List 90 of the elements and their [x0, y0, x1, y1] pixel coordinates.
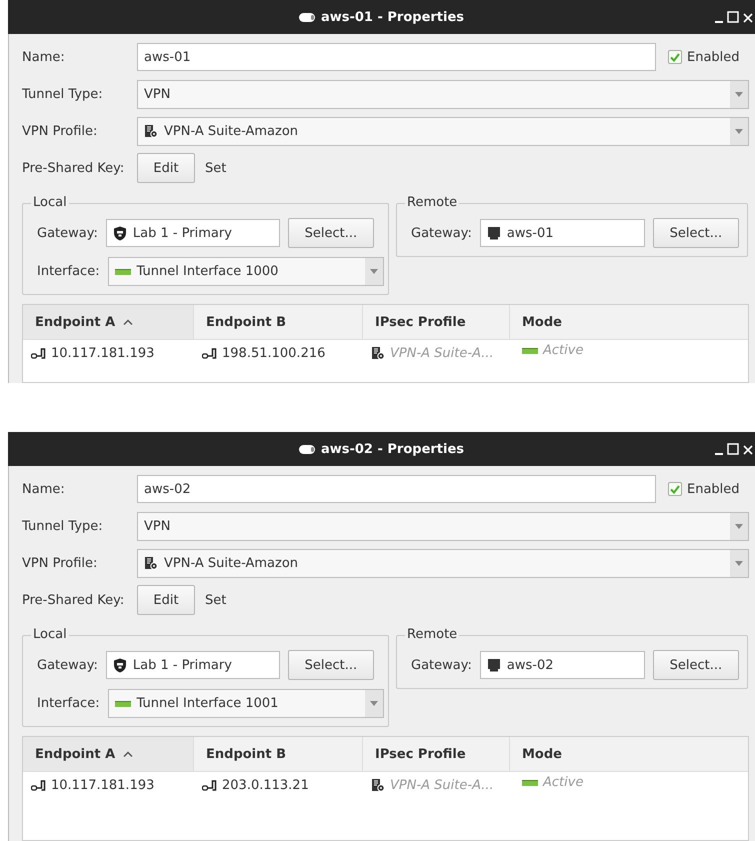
close-icon [743, 13, 753, 23]
checkbox-label: Enabled [687, 50, 740, 64]
minimize-icon [715, 453, 723, 455]
key-status: Set [205, 592, 226, 608]
interface-dropdown[interactable]: Tunnel Interface 1001 [108, 689, 384, 718]
vpn-profile-dropdown[interactable]: VPN-A Suite-Amazon [137, 548, 749, 578]
table-cell: Active [510, 340, 748, 366]
field-label: Pre-Shared Key: [22, 160, 126, 176]
gateway-field[interactable]: Lab 1 - Primary [106, 651, 280, 679]
dropdown-caret-icon [735, 560, 743, 566]
table-cell: VPN-A Suite-A... [363, 772, 510, 798]
monitor-icon [486, 658, 501, 672]
gateway-field[interactable]: Lab 1 - Primary [106, 219, 280, 247]
select-button[interactable]: Select... [652, 218, 739, 248]
status-bar-icon [522, 348, 538, 354]
table-cell: 10.117.181.193 [23, 340, 194, 366]
column-header[interactable]: IPsec Profile [363, 737, 510, 771]
field-label: Interface: [37, 696, 100, 711]
field-label: Name: [22, 50, 66, 64]
endpoint-icon [31, 348, 46, 358]
name-input[interactable]: aws-01 [137, 43, 656, 71]
checkbox-label: Enabled [687, 482, 740, 496]
profile-gear-icon [144, 556, 158, 570]
interface-icon [114, 268, 131, 274]
select-button[interactable]: Select... [288, 218, 374, 248]
minimize-icon [715, 21, 723, 23]
profile-gear-icon [144, 124, 158, 138]
table-cell: 203.0.113.21 [194, 772, 363, 798]
field-label: Pre-Shared Key: [22, 592, 126, 608]
shield-icon [112, 226, 127, 240]
field-label: VPN Profile: [22, 556, 98, 570]
select-button[interactable]: Select... [652, 650, 739, 680]
endpoint-icon [31, 780, 46, 790]
table-cell: Active [510, 772, 748, 798]
field-label: Gateway: [411, 226, 472, 240]
gateway-field[interactable]: aws-01 [480, 219, 645, 247]
interface-icon [114, 700, 131, 706]
monitor-icon [486, 226, 501, 240]
endpoint-icon [202, 348, 217, 358]
vpn-profile-dropdown[interactable]: VPN-A Suite-Amazon [137, 116, 749, 146]
enabled-checkbox[interactable] [668, 482, 682, 496]
column-header[interactable]: Endpoint B [194, 305, 363, 339]
gateway-field[interactable]: aws-02 [480, 651, 645, 679]
check-icon [670, 52, 680, 62]
edit-button[interactable]: Edit [137, 585, 195, 615]
table-cell: 198.51.100.216 [194, 340, 363, 366]
close-icon [743, 445, 753, 455]
dropdown-caret-icon [735, 128, 743, 134]
column-header[interactable]: Mode [510, 737, 748, 771]
status-bar-icon [522, 780, 538, 786]
profile-gear-icon [371, 778, 385, 792]
field-label: Tunnel Type: [22, 86, 104, 102]
tunnel-icon [298, 12, 315, 22]
dropdown-caret-icon [370, 701, 378, 706]
field-label: Name: [22, 482, 66, 496]
column-header[interactable]: Endpoint A [23, 305, 194, 339]
field-label: Tunnel Type: [22, 518, 104, 534]
maximize-icon [727, 443, 739, 455]
column-header[interactable]: Endpoint A [23, 737, 194, 771]
enabled-checkbox[interactable] [668, 50, 682, 64]
field-label: Gateway: [411, 658, 472, 672]
window-title: aws-01 - Properties [320, 10, 464, 24]
dropdown-caret-icon [735, 524, 743, 528]
name-input[interactable]: aws-02 [137, 475, 656, 503]
sort-ascending-icon [123, 751, 134, 757]
maximize-icon [727, 11, 739, 23]
shield-icon [112, 658, 127, 672]
select-button[interactable]: Select... [288, 650, 374, 680]
table-cell: VPN-A Suite-A... [363, 340, 510, 366]
column-header[interactable]: IPsec Profile [363, 305, 510, 339]
check-icon [670, 484, 680, 494]
endpoint-icon [202, 780, 217, 790]
column-header[interactable]: Mode [510, 305, 748, 339]
interface-dropdown[interactable]: Tunnel Interface 1000 [108, 257, 384, 286]
sort-ascending-icon [123, 319, 134, 325]
edit-button[interactable]: Edit [137, 153, 195, 183]
tunnel-type-dropdown[interactable]: VPN [137, 512, 749, 540]
column-header[interactable]: Endpoint B [194, 737, 363, 771]
field-label: Gateway: [37, 658, 98, 672]
dropdown-caret-icon [735, 92, 743, 96]
key-status: Set [205, 160, 226, 176]
tunnel-icon [298, 444, 315, 454]
field-label: Gateway: [37, 226, 98, 240]
dropdown-caret-icon [370, 269, 378, 274]
profile-gear-icon [371, 346, 385, 360]
field-label: Interface: [37, 264, 100, 279]
tunnel-type-dropdown[interactable]: VPN [137, 80, 749, 108]
table-cell: 10.117.181.193 [23, 772, 194, 798]
window-title: aws-02 - Properties [320, 442, 464, 456]
field-label: VPN Profile: [22, 124, 98, 138]
